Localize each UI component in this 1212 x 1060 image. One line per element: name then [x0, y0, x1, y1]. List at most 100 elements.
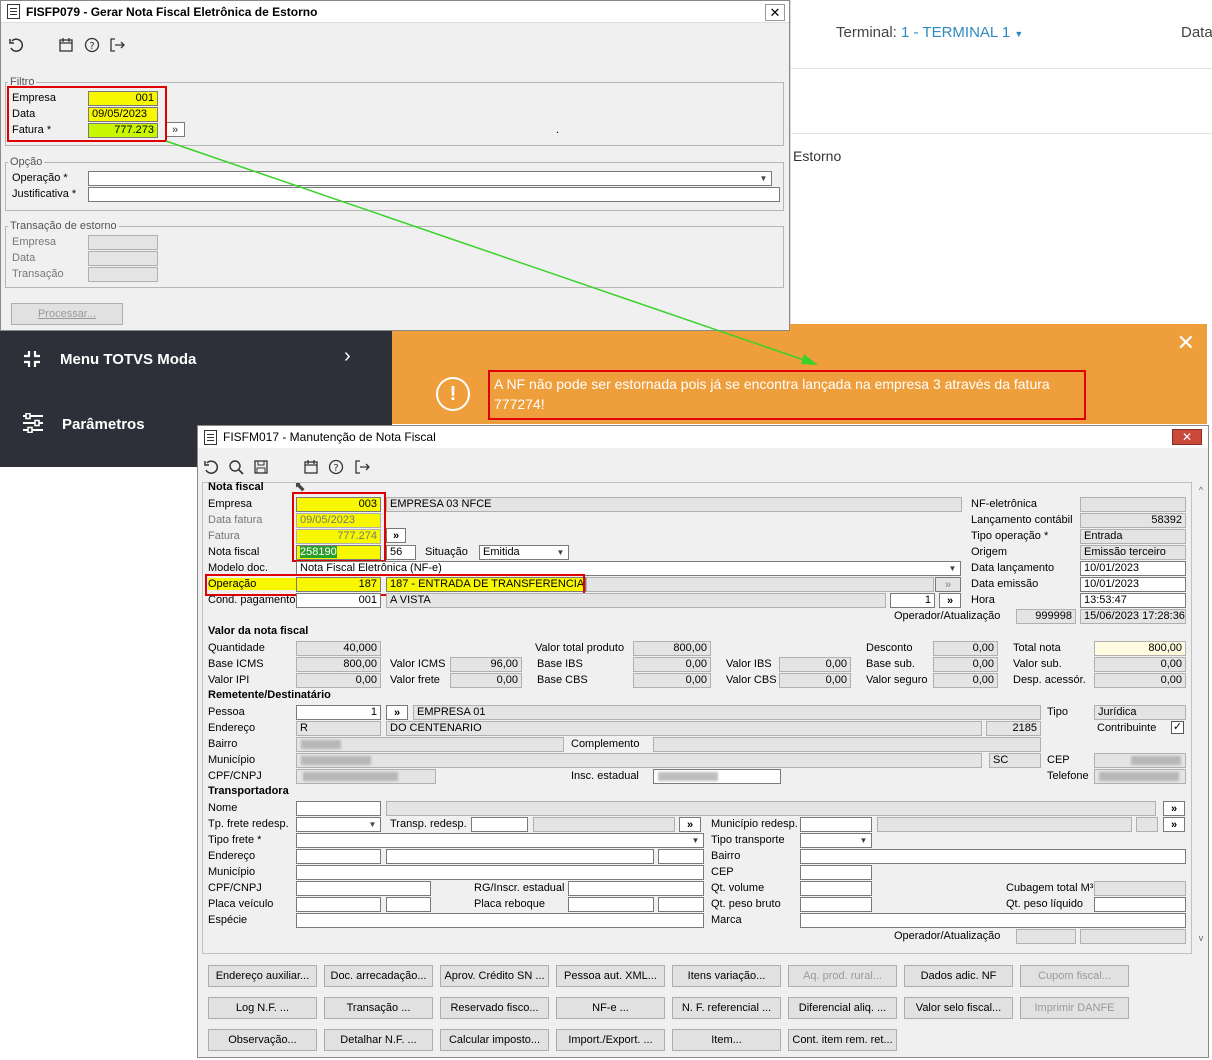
placa-veiculo-uf[interactable]: [386, 897, 431, 912]
search-icon[interactable]: [227, 458, 245, 476]
action-button[interactable]: Dados adic. NF: [904, 965, 1013, 987]
cond-lookup-button[interactable]: »: [939, 593, 961, 608]
municipio-redesp-field[interactable]: [800, 817, 872, 832]
action-button[interactable]: Imprimir DANFE: [1020, 997, 1129, 1019]
rg-inscr-field[interactable]: [568, 881, 704, 896]
action-button[interactable]: Item...: [672, 1029, 781, 1051]
hora-label: Hora: [971, 594, 995, 606]
municipio-label: Município: [208, 754, 256, 766]
situacao-select[interactable]: Emitida ▼: [479, 545, 569, 560]
transp-cep-field[interactable]: [800, 865, 872, 880]
tipo-transporte-label: Tipo transporte: [711, 834, 785, 846]
redacted-municipio: [301, 756, 371, 765]
action-button[interactable]: Endereço auxiliar...: [208, 965, 317, 987]
action-button[interactable]: Cupom fiscal...: [1020, 965, 1129, 987]
tipo-label: Tipo: [1047, 706, 1068, 718]
scrollbar[interactable]: ^ v: [1195, 482, 1207, 954]
pessoa-lookup-button[interactable]: »: [386, 705, 408, 720]
cep-field: [1094, 753, 1186, 768]
placa-reboque-field[interactable]: [568, 897, 654, 912]
transp-municipio-label: Município: [208, 866, 256, 878]
transp-operador-timestamp: [1080, 929, 1186, 944]
close-button[interactable]: ✕: [1172, 429, 1202, 445]
peso-bruto-field[interactable]: [800, 897, 872, 912]
cond-pagamento-num[interactable]: 1: [890, 593, 935, 608]
action-button[interactable]: Itens variação...: [672, 965, 781, 987]
chevron-down-icon[interactable]: ▼: [366, 819, 379, 830]
transp-redesp-lookup-button[interactable]: »: [679, 817, 701, 832]
hora-field[interactable]: 13:53:47: [1080, 593, 1186, 608]
action-button[interactable]: Valor selo fiscal...: [904, 997, 1013, 1019]
empresa-label: Empresa: [208, 498, 253, 510]
action-button[interactable]: Reservado fisco...: [440, 997, 549, 1019]
cpf-cnpj-label: CPF/CNPJ: [208, 770, 262, 782]
fatura-lookup-button[interactable]: »: [386, 528, 406, 543]
action-button[interactable]: Observação...: [208, 1029, 317, 1051]
municipio-redesp-lookup-button[interactable]: »: [1163, 817, 1185, 832]
help-icon[interactable]: ?: [327, 458, 345, 476]
valor-icms-label: Valor ICMS: [390, 658, 446, 670]
marca-field[interactable]: [800, 913, 1186, 928]
tipo-transporte-select[interactable]: ▼: [800, 833, 872, 848]
action-button[interactable]: NF-e ...: [556, 997, 665, 1019]
transp-endereco-tipo[interactable]: [296, 849, 381, 864]
transp-endereco-field[interactable]: [386, 849, 654, 864]
transp-municipio-field[interactable]: [296, 865, 704, 880]
action-button[interactable]: Aq. prod. rural...: [788, 965, 897, 987]
contribuinte-checkbox[interactable]: ✓: [1171, 721, 1184, 734]
chevron-down-icon[interactable]: ▼: [857, 835, 870, 846]
action-button[interactable]: Transação ...: [324, 997, 433, 1019]
origem-label: Origem: [971, 546, 1008, 558]
cubagem-label: Cubagem total M³: [1006, 882, 1094, 894]
transp-endereco-numero[interactable]: [658, 849, 704, 864]
chevron-down-icon[interactable]: ▼: [689, 835, 702, 846]
data-lancamento-field[interactable]: 10/01/2023: [1080, 561, 1186, 576]
transp-bairro-field[interactable]: [800, 849, 1186, 864]
action-button[interactable]: Aprov. Crédito SN ...: [440, 965, 549, 987]
pessoa-field[interactable]: 1: [296, 705, 381, 720]
action-button[interactable]: Pessoa aut. XML...: [556, 965, 665, 987]
chevron-down-icon[interactable]: ▼: [554, 547, 567, 558]
action-button[interactable]: Import./Export. ...: [556, 1029, 665, 1051]
base-sub-label: Base sub.: [866, 658, 915, 670]
insc-estadual-field[interactable]: [653, 769, 781, 784]
peso-liquido-field[interactable]: [1094, 897, 1186, 912]
transp-nome-field[interactable]: [296, 801, 381, 816]
valor-seguro-label: Valor seguro: [866, 674, 928, 686]
cond-pagamento-label: Cond. pagamento: [208, 594, 296, 606]
action-button[interactable]: Doc. arrecadação...: [324, 965, 433, 987]
valor-seguro-field: 0,00: [933, 673, 998, 688]
endereco-numero-field: 2185: [986, 721, 1041, 736]
cond-pagamento-field[interactable]: 001: [296, 593, 381, 608]
action-button[interactable]: Calcular imposto...: [440, 1029, 549, 1051]
placa-reboque-label: Placa reboque: [474, 898, 545, 910]
action-button[interactable]: Log N.F. ...: [208, 997, 317, 1019]
tp-frete-redesp-select[interactable]: ▼: [296, 817, 381, 832]
action-button[interactable]: Detalhar N.F. ...: [324, 1029, 433, 1051]
qt-volume-field[interactable]: [800, 881, 872, 896]
action-button[interactable]: Cont. item rem. ret...: [788, 1029, 897, 1051]
valor-ipi-field: 0,00: [296, 673, 381, 688]
chevron-down-icon[interactable]: ▼: [946, 563, 959, 574]
transp-redesp-label: Transp. redesp.: [390, 818, 467, 830]
valor-total-produto-field: 800,00: [633, 641, 711, 656]
undo-icon[interactable]: [202, 458, 220, 476]
uf-field: SC: [989, 753, 1041, 768]
transp-lookup-button[interactable]: »: [1163, 801, 1185, 816]
operacao-lookup-button[interactable]: »: [935, 577, 961, 592]
data-emissao-field[interactable]: 10/01/2023: [1080, 577, 1186, 592]
calendar-icon[interactable]: [302, 458, 320, 476]
action-button[interactable]: N. F. referencial ...: [672, 997, 781, 1019]
placa-reboque-uf[interactable]: [658, 897, 704, 912]
redacted-insc: [658, 772, 718, 781]
save-icon[interactable]: [252, 458, 270, 476]
transp-cpf-field[interactable]: [296, 881, 431, 896]
exit-icon[interactable]: [353, 458, 371, 476]
serie-field[interactable]: 56: [386, 545, 416, 560]
valor-ibs-label: Valor IBS: [726, 658, 772, 670]
tipo-frete-select[interactable]: ▼: [296, 833, 704, 848]
especie-field[interactable]: [296, 913, 704, 928]
placa-veiculo-field[interactable]: [296, 897, 381, 912]
action-button[interactable]: Diferencial aliq. ...: [788, 997, 897, 1019]
transp-redesp-field[interactable]: [471, 817, 528, 832]
